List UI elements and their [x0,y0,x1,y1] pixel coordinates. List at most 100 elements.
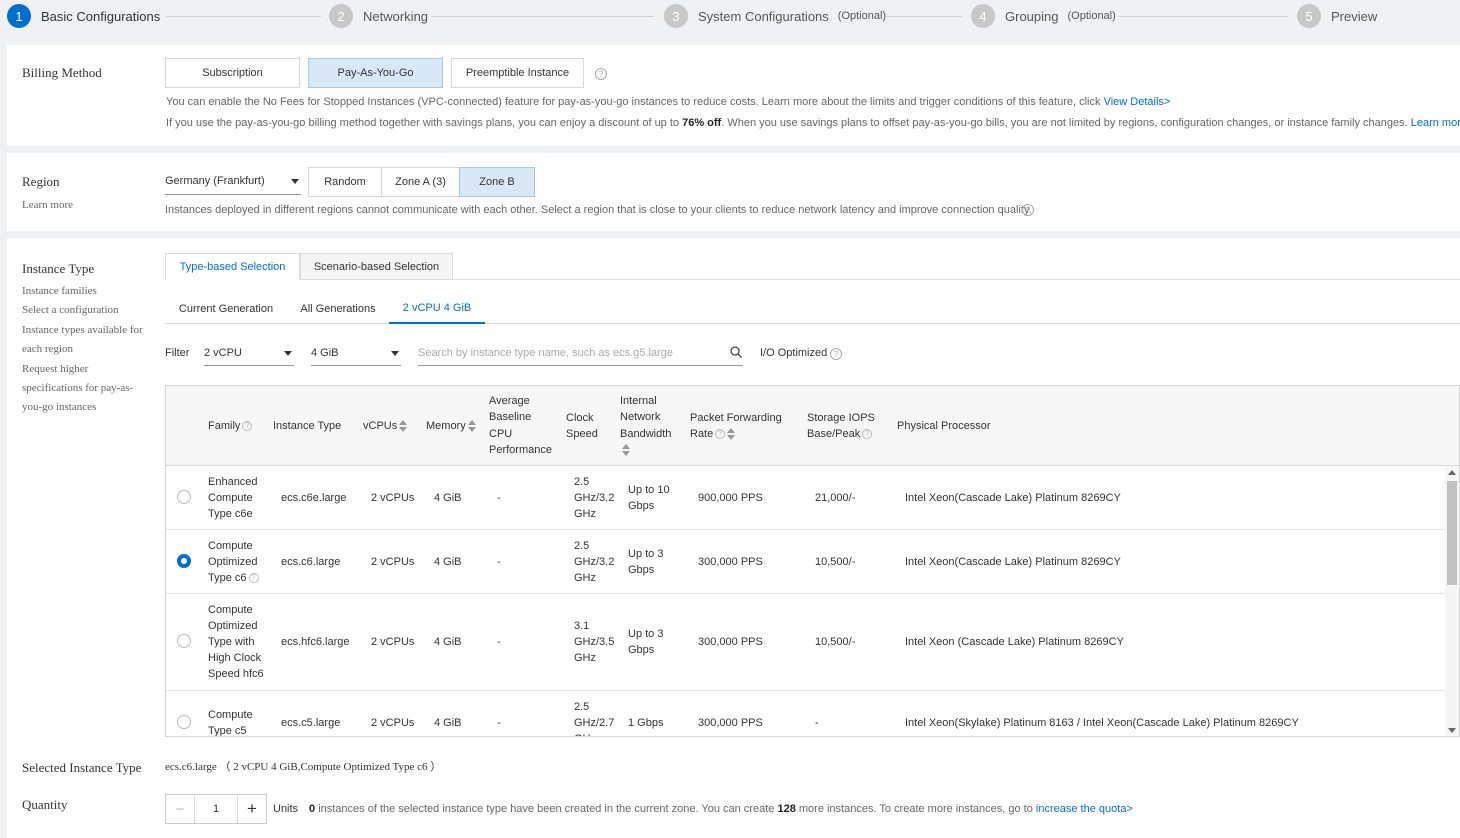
table-scrollbar[interactable] [1445,466,1459,736]
help-icon[interactable]: ? [248,573,259,584]
cell-bandwidth: Up to 3 Gbps [628,628,664,656]
quantity-increase-button[interactable]: + [237,795,266,823]
cell-baseline: - [497,717,501,729]
step-system-configurations[interactable]: 3 System Configurations (Optional) [664,4,886,28]
chevron-down-icon [284,351,292,356]
vcpu-filter-select[interactable]: 2 vCPU [204,340,294,366]
column-header-label: vCPUs [363,420,398,432]
learn-more-link[interactable]: Learn more> [1411,117,1460,129]
table-row[interactable]: Compute Optimized Type with High Clock S… [166,594,1447,691]
preemptible-instance-button[interactable]: Preemptible Instance [451,58,584,88]
scroll-up-icon[interactable] [1448,470,1456,475]
zone-b-button[interactable]: Zone B [459,167,535,197]
cell-processor: Intel Xeon(Cascade Lake) Platinum 8269CY [905,492,1121,504]
step-networking[interactable]: 2 Networking [329,4,428,28]
cell-baseline: - [497,556,501,568]
quantity-note-text: more instances. To create more instances… [798,803,1033,815]
cell-bandwidth: 1 Gbps [628,717,664,729]
cell-baseline: - [497,492,501,504]
cell-family: Enhanced Compute Type c6e [208,476,258,520]
search-icon[interactable] [730,346,742,358]
increase-quota-link[interactable]: increase the quota> [1036,803,1133,815]
table-row[interactable]: Compute Optimized Type c6? ecs.c6.large … [166,530,1447,594]
zone-a-button[interactable]: Zone A (3) [381,167,460,197]
table-row[interactable]: Compute Type c5 ecs.c5.large 2 vCPUs 4 G… [166,691,1447,736]
row-select-radio[interactable] [177,634,191,648]
cell-family: Compute Optimized Type c6? [208,538,270,586]
sort-icon[interactable] [622,443,630,456]
tab-2vcpu-4gib[interactable]: 2 vCPU 4 GiB [389,294,485,324]
savings-note-text: . When you use savings plans to offset p… [721,117,1408,129]
instance-type-help-links: Instance families Select a configuration… [22,282,150,418]
column-header-family[interactable]: Family? [208,418,253,434]
selected-instance-type-value: ecs.c6.large （ 2 vCPU 4 GiB,Compute Opti… [165,761,442,773]
step-number: 3 [664,4,688,28]
cell-processor: Intel Xeon(Cascade Lake) Platinum 8269CY [905,556,1121,568]
column-header-label: Family [208,420,241,432]
column-header-bandwidth[interactable]: Internal Network Bandwidth [620,393,680,458]
select-configuration-link[interactable]: Select a configuration [22,301,150,320]
column-header-memory[interactable]: Memory [426,418,476,434]
request-higher-specs-link[interactable]: Request higher specifications for pay-as… [22,360,150,418]
instance-type-section: Instance Type Instance families Select a… [7,238,1460,838]
scrollbar-thumb[interactable] [1447,481,1457,585]
region-section: Region Learn more Germany (Frankfurt) Ra… [7,153,1460,231]
quantity-decrease-button[interactable]: − [166,795,195,823]
memory-filter-select[interactable]: 4 GiB [311,340,401,366]
pay-as-you-go-button[interactable]: Pay-As-You-Go [308,58,443,88]
tab-all-generations[interactable]: All Generations [292,294,384,324]
view-details-link[interactable]: View Details> [1104,96,1171,108]
help-icon[interactable]: ? [242,421,253,432]
help-icon[interactable]: ? [715,429,726,440]
column-header-instance-type: Instance Type [273,420,342,432]
row-select-radio[interactable] [177,715,191,729]
step-preview[interactable]: 5 Preview [1297,4,1377,28]
quantity-note: 0 instances of the selected instance typ… [309,803,1133,815]
tab-current-generation[interactable]: Current Generation [171,294,281,324]
column-header-avg-baseline: Average Baseline CPU Performance [489,395,552,456]
step-basic-configurations[interactable]: 1 Basic Configurations [7,4,160,28]
region-note: Instances deployed in different regions … [165,204,1032,216]
step-grouping[interactable]: 4 Grouping (Optional) [971,4,1116,28]
table-row[interactable]: Enhanced Compute Type c6e ecs.c6e.large … [166,466,1447,530]
billing-method-section: Billing Method Subscription Pay-As-You-G… [7,45,1460,146]
cell-clock-speed: 2.5 GHz/3.2 GHz [574,476,615,520]
billing-method-label: Billing Method [22,65,102,80]
help-icon[interactable]: ? [862,429,873,440]
region-learn-more-link[interactable]: Learn more [22,199,73,211]
zone-random-button[interactable]: Random [308,167,382,197]
sort-icon[interactable] [727,428,736,441]
wizard-stepper: 1 Basic Configurations 2 Networking 3 Sy… [0,0,1460,34]
cell-baseline: - [497,636,501,648]
column-header-vcpus[interactable]: vCPUs [363,418,408,434]
subscription-button[interactable]: Subscription [165,58,300,88]
help-icon[interactable]: ? [1022,204,1034,216]
cell-clock-speed: 3.1 GHz/3.5 GHz [574,620,615,664]
sort-icon[interactable] [467,420,476,433]
billing-note-savings-plans: If you use the pay-as-you-go billing met… [166,117,1460,129]
filter-label: Filter [165,347,190,359]
help-icon[interactable]: ? [595,68,607,80]
scroll-down-icon[interactable] [1448,728,1456,733]
column-header-iops[interactable]: Storage IOPS Base/Peak? [807,410,879,443]
quantity-stepper: − 1 + [165,794,267,824]
row-select-radio[interactable] [177,554,191,568]
row-select-radio[interactable] [177,490,191,504]
selected-instance-type-label: Selected Instance Type [22,760,142,775]
instance-search-input[interactable]: Search by instance type name, such as ec… [418,340,743,366]
cell-family: Compute Optimized Type with High Clock S… [208,604,264,680]
tab-type-based-selection[interactable]: Type-based Selection [165,253,300,280]
instance-type-label: Instance Type [22,261,95,276]
instance-types-region-link[interactable]: Instance types available for each region [22,321,150,360]
step-title: Basic Configurations [41,8,161,24]
column-header-pps[interactable]: Packet Forwarding Rate? [690,410,790,443]
region-select[interactable]: Germany (Frankfurt) [165,168,301,195]
billing-note-stopped-instances: You can enable the No Fees for Stopped I… [166,96,1170,108]
instance-families-link[interactable]: Instance families [22,282,150,301]
table-header: Family? Instance Type vCPUs Memory Avera… [166,386,1459,466]
tab-scenario-based-selection[interactable]: Scenario-based Selection [300,253,453,280]
help-icon[interactable]: ? [830,348,842,360]
sort-icon[interactable] [399,420,408,433]
cell-vcpus: 2 vCPUs [371,717,415,729]
quantity-input[interactable]: 1 [213,803,219,815]
